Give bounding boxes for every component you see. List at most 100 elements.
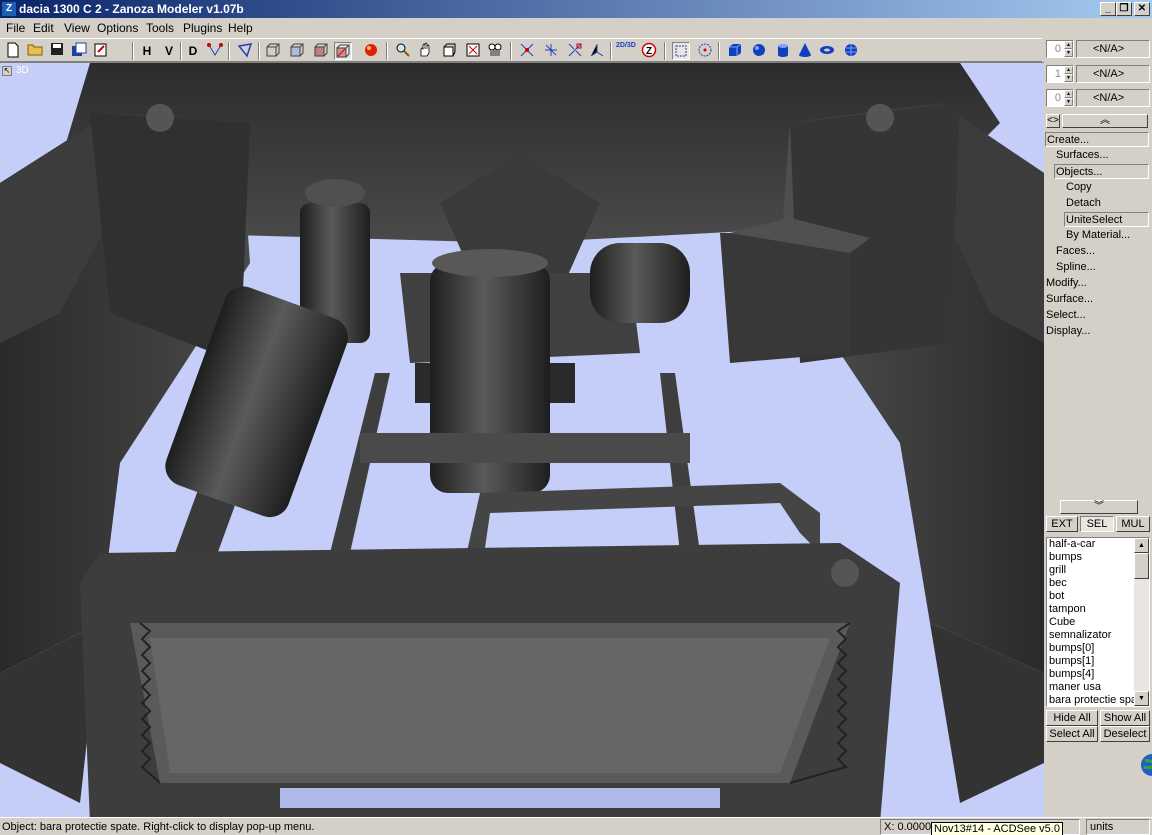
viewport-3d[interactable]: ↖ 3D [0, 62, 1044, 817]
list-item[interactable]: half-a-car [1047, 538, 1135, 551]
spinner-row-2: 1 ▲ ▼ <N/A> [1044, 63, 1152, 85]
list-item[interactable]: bara protectie spate [1047, 694, 1135, 706]
move-icon[interactable] [518, 42, 536, 60]
minimize-button[interactable]: _ [1100, 2, 1116, 16]
list-item[interactable]: tampon [1047, 603, 1135, 616]
spinner-1-arrows[interactable]: ▲ ▼ [1064, 41, 1073, 57]
v-button[interactable]: V [160, 42, 178, 60]
menu-edit[interactable]: Edit [33, 21, 54, 35]
save-icon[interactable] [48, 42, 66, 60]
new-file-icon[interactable] [4, 42, 22, 60]
menu-help[interactable]: Help [228, 21, 253, 35]
spinner-3-arrows[interactable]: ▲ ▼ [1064, 90, 1073, 106]
close-button[interactable]: ✕ [1134, 2, 1150, 16]
open-folder-icon[interactable] [26, 42, 44, 60]
app-icon[interactable]: Z [2, 2, 16, 16]
cmd-objects[interactable]: Objects... [1054, 164, 1149, 179]
zoom-icon[interactable] [394, 42, 412, 60]
window-title: dacia 1300 C 2 - Zanoza Modeler v1.07b [19, 2, 244, 16]
pan-hand-icon[interactable] [416, 42, 434, 60]
menu-file[interactable]: File [6, 21, 25, 35]
create-cylinder-icon[interactable] [774, 42, 792, 60]
cmd-create[interactable]: Create... [1045, 132, 1149, 147]
scroll-down-arrow-icon[interactable]: ▼ [1134, 691, 1149, 706]
z-lock-icon[interactable]: Z [640, 42, 658, 60]
create-torus-icon[interactable] [818, 42, 836, 60]
scroll-up-arrow-icon[interactable]: ▲ [1134, 538, 1149, 553]
list-item[interactable]: bumps[0] [1047, 642, 1135, 655]
spinner-1-label: <N/A> [1076, 40, 1150, 58]
cmd-detach[interactable]: Detach [1066, 196, 1101, 211]
list-item[interactable]: bumps[4] [1047, 668, 1135, 681]
menu-tools[interactable]: Tools [146, 21, 174, 35]
cmd-uniteselect[interactable]: UniteSelect [1064, 212, 1149, 227]
tab-mul[interactable]: MUL [1116, 516, 1150, 532]
select-all-button[interactable]: Select All [1046, 726, 1098, 742]
spinner-row-1: 0 ▲ ▼ <N/A> [1044, 38, 1152, 60]
deselect-button[interactable]: Deselect [1100, 726, 1150, 742]
cmd-by-material[interactable]: By Material... [1066, 228, 1130, 243]
show-all-button[interactable]: Show All [1100, 710, 1150, 726]
menu-options[interactable]: Options [97, 21, 138, 35]
material-sphere-icon[interactable] [362, 42, 380, 60]
list-item[interactable]: grill [1047, 564, 1135, 577]
cube-textured-icon[interactable] [334, 42, 352, 60]
save-as-icon[interactable] [70, 42, 88, 60]
cmd-modify[interactable]: Modify... [1046, 276, 1087, 291]
tab-ext[interactable]: EXT [1046, 516, 1078, 532]
list-item[interactable]: bumps [1047, 551, 1135, 564]
camera-icon[interactable] [486, 42, 504, 60]
cube-wire-icon[interactable] [264, 42, 282, 60]
status-bar: Object: bara protectie spate. Right-clic… [0, 817, 1152, 835]
rotate-icon[interactable] [542, 42, 560, 60]
viewport-menu-icon[interactable]: ↖ [2, 66, 12, 76]
scroll-up-icon[interactable]: ︽ [1062, 114, 1148, 128]
taskbar-tooltip: Nov13#14 - ACDSee v5.0 [931, 822, 1063, 835]
axis-icon[interactable] [588, 42, 606, 60]
scroll-down-icon[interactable]: ︾ [1060, 500, 1138, 514]
spinner-2-arrows[interactable]: ▲ ▼ [1064, 66, 1073, 82]
object-list[interactable]: half-a-car bumps grill bec bot tampon Cu… [1046, 537, 1150, 707]
list-item[interactable]: bot [1047, 590, 1135, 603]
list-item[interactable]: Cube [1047, 616, 1135, 629]
list-item[interactable]: semnalizator [1047, 629, 1135, 642]
cmd-select[interactable]: Select... [1046, 308, 1086, 323]
edge-icon[interactable] [236, 42, 254, 60]
create-box-icon[interactable] [726, 42, 744, 60]
menu-view[interactable]: View [64, 21, 90, 35]
cmd-spline[interactable]: Spline... [1056, 260, 1096, 275]
cmd-surfaces[interactable]: Surfaces... [1056, 148, 1109, 163]
list-scrollbar[interactable]: ▲ ▼ [1134, 538, 1149, 706]
list-item[interactable]: bumps[1] [1047, 655, 1135, 668]
scroll-thumb[interactable] [1134, 553, 1149, 579]
cmd-display[interactable]: Display... [1046, 324, 1090, 339]
vertex-icon[interactable] [206, 42, 224, 60]
cube-flat-icon[interactable] [288, 42, 306, 60]
restore-button[interactable]: ❐ [1116, 2, 1132, 16]
hide-all-button[interactable]: Hide All [1046, 710, 1098, 726]
scale-icon[interactable] [566, 42, 584, 60]
list-item[interactable]: bec [1047, 577, 1135, 590]
2d3d-toggle[interactable]: 2D/3D [616, 42, 636, 60]
menu-plugins[interactable]: Plugins [183, 21, 222, 35]
create-sphere-icon[interactable] [750, 42, 768, 60]
panel-toggle-button[interactable]: <> [1046, 114, 1060, 128]
box-view-icon[interactable] [440, 42, 458, 60]
select-rect-icon[interactable] [672, 42, 690, 60]
select-circle-icon[interactable] [696, 42, 714, 60]
cmd-copy[interactable]: Copy [1066, 180, 1092, 195]
create-cone-icon[interactable] [796, 42, 814, 60]
tab-sel[interactable]: SEL [1080, 516, 1114, 532]
d-button[interactable]: D [184, 42, 202, 60]
zoom-extents-icon[interactable] [464, 42, 482, 60]
cmd-surface[interactable]: Surface... [1046, 292, 1093, 307]
cmd-faces[interactable]: Faces... [1056, 244, 1095, 259]
spinner-row-3: 0 ▲ ▼ <N/A> [1044, 87, 1152, 109]
export-icon[interactable] [92, 42, 110, 60]
list-item[interactable]: maner usa [1047, 681, 1135, 694]
status-message: Object: bara protectie spate. Right-clic… [2, 821, 315, 833]
create-geosphere-icon[interactable] [842, 42, 860, 60]
h-button[interactable]: H [138, 42, 156, 60]
viewport-label: 3D [16, 65, 29, 76]
cube-shaded-icon[interactable] [312, 42, 330, 60]
